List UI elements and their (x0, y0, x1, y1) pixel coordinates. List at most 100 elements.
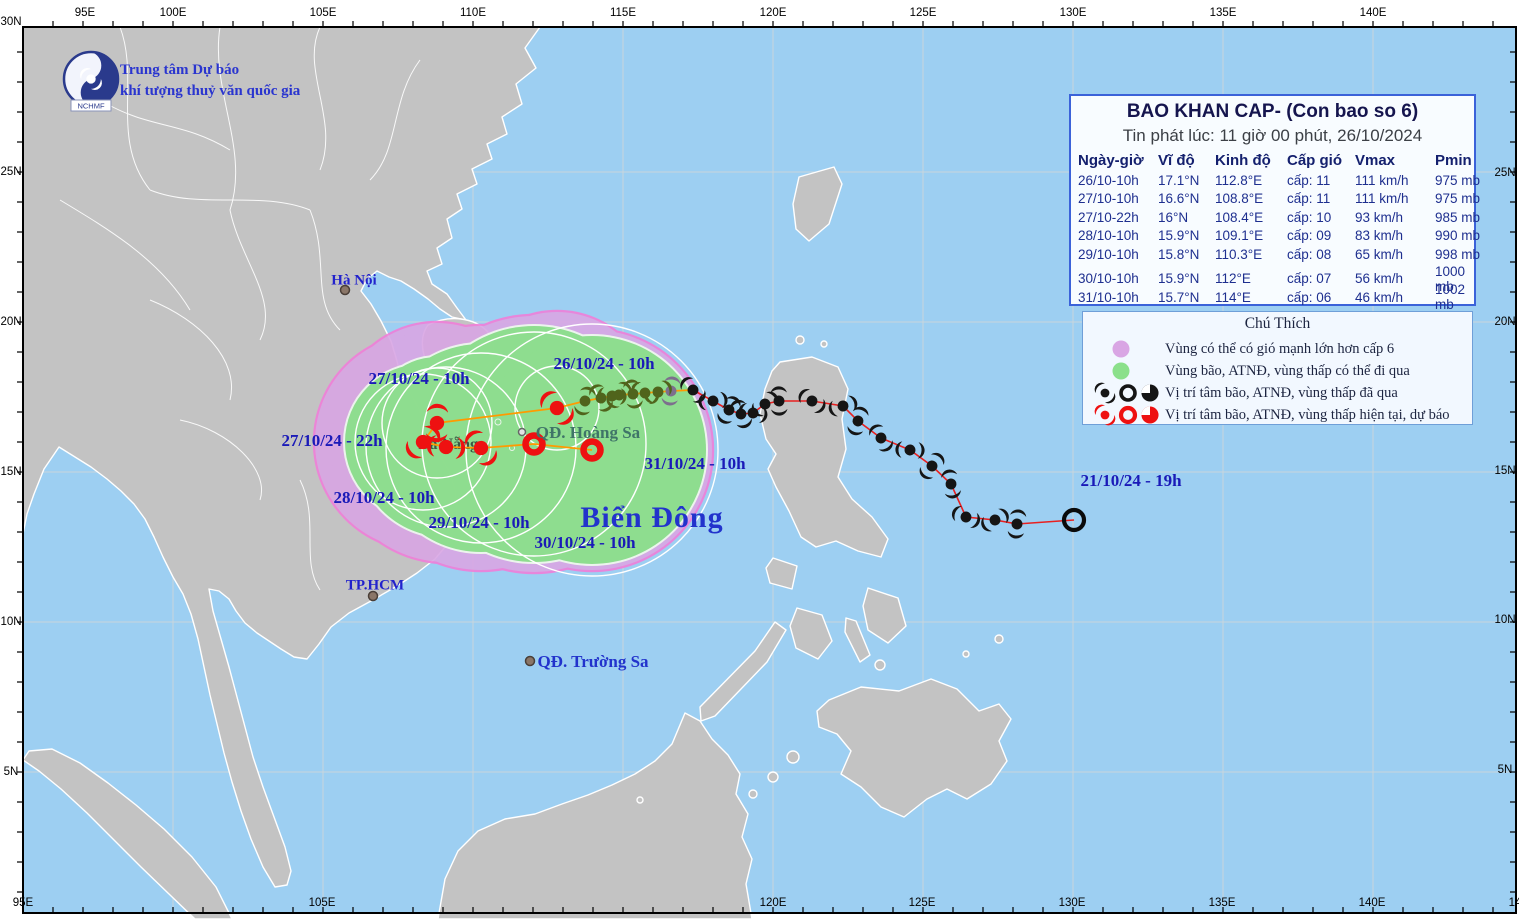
axis-label-top: 100E (159, 7, 187, 19)
axis-label-top: 120E (759, 7, 787, 19)
forecast-cell: 93 km/h (1355, 209, 1404, 225)
axis-label-left: 30N (0, 16, 22, 28)
legend-item-current-forecast: Vị trí tâm bão, ATNĐ, vùng thấp hiện tại… (1093, 404, 1450, 426)
forecast-cell: 990 mb (1435, 228, 1481, 244)
green-area-swatch (1093, 361, 1165, 381)
axis-label-right: 15N (1494, 465, 1516, 477)
col-vmax: Vmax (1355, 152, 1396, 169)
axis-label-bottom: 120E (759, 897, 787, 909)
track-date-label: 28/10/24 - 10h (333, 488, 435, 507)
col-datetime: Ngày-giờ (1078, 152, 1144, 169)
past-position-icons (1093, 381, 1165, 405)
track-date-label: 29/10/24 - 10h (428, 513, 530, 532)
forecast-table: Ngày-giờ Vĩ độ Kinh độ Cấp gió Vmax Pmin… (1071, 150, 1480, 312)
storm-track-map-screen: Đà Nẵng NCHMF Trung tâm Dự báo khí tượng… (0, 0, 1519, 919)
agency-name: Trung tâm Dự báo khí tượng thuỷ văn quốc… (120, 60, 450, 102)
logo-caption: NCHMF (77, 102, 104, 111)
bulletin-issued-time: Tin phát lúc: 11 giờ 00 phút, 26/10/2024 (1122, 126, 1423, 145)
track-date-label: 21/10/24 - 19h (1080, 471, 1182, 490)
track-date-label: 30/10/24 - 10h (534, 533, 636, 552)
legend-item-label: Vùng bão, ATNĐ, vùng thấp có thể đi qua (1165, 362, 1410, 379)
axis-label-left: 5N (3, 766, 19, 778)
forecast-cell: 26/10-10h (1078, 172, 1139, 188)
track-date-label: 27/10/24 - 10h (368, 369, 470, 388)
forecast-row: 28/10-10h 15.9°N 109.1°E cấp: 09 83 km/h 990 … (1078, 227, 1480, 246)
legend-item-label: Vị trí tâm bão, ATNĐ, vùng thấp hiện tại… (1165, 406, 1450, 423)
axis-label-right: 25N (1494, 167, 1516, 179)
forecast-cell: 111 km/h (1355, 191, 1409, 207)
axis-label-left: 15N (0, 466, 22, 478)
legend-title: Chú Thích (1244, 315, 1311, 332)
forecast-cell: 30/10-10h (1078, 271, 1139, 286)
forecast-cell: 15.9°N (1158, 271, 1200, 286)
legend-item-label: Vị trí tâm bão, ATNĐ, vùng thấp đã qua (1165, 384, 1398, 401)
forecast-cell: cấp: 08 (1287, 246, 1332, 262)
legend: Chú Thích Vùng có thể có gió mạnh lớn hơ… (1082, 311, 1473, 426)
axis-label-bottom: 135E (1208, 897, 1236, 909)
forecast-cell: cấp: 09 (1287, 228, 1332, 244)
axis-label-right: 5N (1497, 764, 1513, 776)
forecast-row: 26/10-10h 17.1°N 112.8°E cấp: 11 111 km/h 975… (1078, 171, 1480, 190)
forecast-cell: cấp: 11 (1287, 191, 1331, 207)
bulletin-title: BAO KHAN CAP- (Con bao so 6) (1126, 101, 1419, 122)
legend-item-strong-wind: Vùng có thể có gió mạnh lớn hơn cấp 6 (1093, 338, 1394, 360)
forecast-cell: 112.8°E (1215, 172, 1263, 188)
axis-label-bottom: 130E (1058, 897, 1086, 909)
forecast-cell: 112°E (1215, 271, 1251, 286)
purple-area-swatch (1093, 339, 1165, 359)
axis-label-bottom: 95E (12, 897, 34, 909)
forecast-row: 30/10-10h 15.9°N 112°E cấp: 07 56 km/h 1000 m… (1078, 264, 1474, 294)
forecast-cell: 46 km/h (1355, 289, 1404, 305)
col-pmin: Pmin (1435, 152, 1472, 169)
axis-label-bottom: 140E (1358, 897, 1386, 909)
forecast-cell: 56 km/h (1355, 271, 1404, 286)
legend-item-past: Vị trí tâm bão, ATNĐ, vùng thấp đã qua (1093, 382, 1398, 404)
col-lat: Vĩ độ (1158, 152, 1195, 169)
place-label: Hà Nội (331, 272, 377, 289)
forecast-cell: 985 mb (1435, 209, 1481, 225)
forecast-row: 29/10-10h 15.8°N 110.3°E cấp: 08 65 km/h 998 … (1078, 245, 1480, 264)
forecast-cell: 975 mb (1435, 172, 1481, 188)
forecast-cell: 31/10-10h (1078, 289, 1139, 305)
forecast-cell: cấp: 10 (1287, 209, 1332, 225)
forecast-cell: cấp: 11 (1287, 172, 1331, 188)
storm-bulletin-panel: BAO KHAN CAP- (Con bao so 6) Tin phát lú… (1069, 94, 1480, 312)
islet-marker (517, 427, 527, 437)
axis-label-top: 125E (909, 7, 937, 19)
forecast-table-header: Ngày-giờ Vĩ độ Kinh độ Cấp gió Vmax Pmin (1078, 150, 1474, 171)
forecast-cell: 83 km/h (1355, 228, 1404, 244)
axis-label-top: 135E (1209, 7, 1237, 19)
forecast-cell: 108.4°E (1215, 209, 1264, 225)
axis-label-top: 105E (309, 7, 337, 19)
nchmf-logo: NCHMF (62, 50, 120, 112)
axis-label-bottom: 125E (908, 897, 936, 909)
axis-label-top: 130E (1059, 7, 1087, 19)
forecast-cell: 17.1°N (1158, 172, 1200, 188)
forecast-cell: 998 mb (1435, 246, 1481, 262)
axis-label-top: 110E (459, 7, 487, 19)
forecast-cell: 15.8°N (1158, 246, 1200, 262)
forecast-cell: 27/10-22h (1078, 209, 1139, 225)
axis-label-right: 20N (1494, 316, 1516, 328)
legend-item-passage: Vùng bão, ATNĐ, vùng thấp có thể đi qua (1093, 360, 1410, 382)
axis-label-top: 95E (74, 7, 96, 19)
forecast-cell: 15.7°N (1158, 289, 1200, 305)
forecast-cell: cấp: 07 (1287, 271, 1332, 286)
legend-item-label: Vùng có thể có gió mạnh lớn hơn cấp 6 (1165, 340, 1395, 357)
forecast-cell: 1002 mb (1435, 282, 1466, 312)
track-date-label: 26/10/24 - 10h (553, 354, 655, 373)
axis-label-top: 115E (609, 7, 637, 19)
track-date-label: 31/10/24 - 10h (644, 454, 746, 473)
forecast-cell: 110.3°E (1215, 246, 1263, 262)
forecast-table-rows: 26/10-10h 17.1°N 112.8°E cấp: 11 111 km/h 975… (1078, 171, 1480, 312)
axis-label-bottom: 145E (1508, 897, 1519, 909)
agency-name-line2: khí tượng thuỷ văn quốc gia (120, 83, 301, 99)
col-windlevel: Cấp gió (1287, 152, 1342, 169)
forecast-cell: 114°E (1215, 289, 1251, 305)
axis-label-left: 25N (0, 166, 22, 178)
forecast-cell: 16°N (1158, 209, 1189, 225)
axis-label-left: 10N (0, 616, 22, 628)
axis-label-bottom: 105E (308, 897, 336, 909)
forecast-cell: cấp: 06 (1287, 289, 1332, 305)
axis-label-left: 20N (0, 316, 22, 328)
